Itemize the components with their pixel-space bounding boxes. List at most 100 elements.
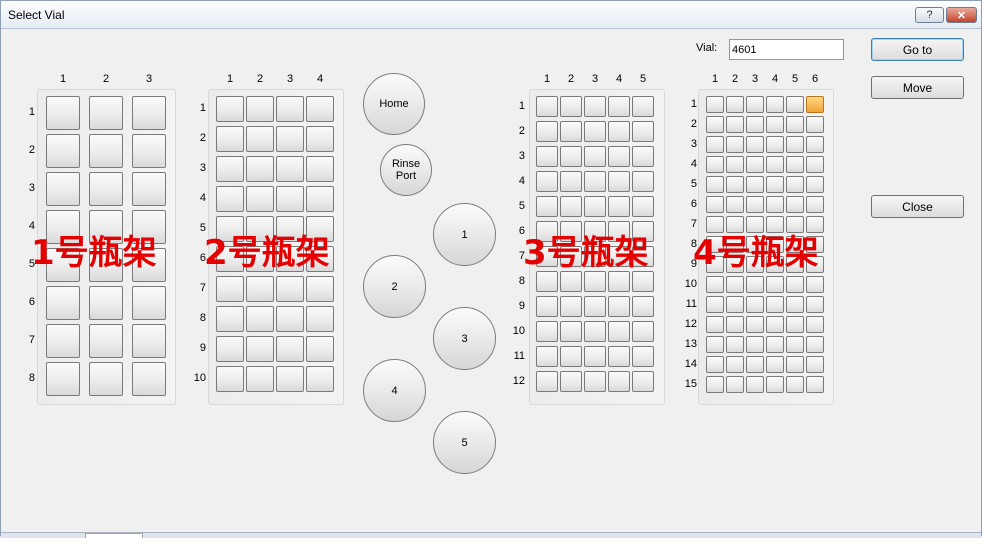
rack4-vial-slot[interactable] (746, 276, 764, 293)
rack4-vial-slot[interactable] (786, 116, 804, 133)
rack4-vial-slot[interactable] (706, 116, 724, 133)
rinse-port-button[interactable]: Rinse Port (380, 144, 432, 196)
rack2-vial-slot[interactable] (306, 276, 334, 302)
rack3-vial-slot[interactable] (560, 171, 582, 192)
rack4-vial-slot[interactable] (726, 136, 744, 153)
rack4-vial-slot[interactable] (706, 96, 724, 113)
rack4-vial-slot[interactable] (746, 196, 764, 213)
rack3-vial-slot[interactable] (560, 321, 582, 342)
rack2-vial-slot[interactable] (306, 306, 334, 332)
rack3-vial-slot[interactable] (608, 371, 630, 392)
rack3-vial-slot[interactable] (536, 96, 558, 117)
rack3-vial-slot[interactable] (608, 346, 630, 367)
rack3-vial-slot[interactable] (608, 296, 630, 317)
rack4-vial-slot[interactable] (706, 156, 724, 173)
rack4-vial-slot[interactable] (746, 316, 764, 333)
rack3-vial-slot[interactable] (632, 296, 654, 317)
rack3-vial-slot[interactable] (584, 371, 606, 392)
rack2-vial-slot[interactable] (276, 336, 304, 362)
rack4-vial-slot[interactable] (706, 196, 724, 213)
rack4-vial-slot[interactable] (766, 196, 784, 213)
rack1-vial-slot[interactable] (89, 286, 123, 320)
rack2-vial-slot[interactable] (276, 96, 304, 122)
rack3-vial-slot[interactable] (560, 346, 582, 367)
rack4-vial-slot[interactable] (726, 96, 744, 113)
rack3-vial-slot[interactable] (608, 271, 630, 292)
rack2-vial-slot[interactable] (246, 96, 274, 122)
rack2-vial-slot[interactable] (276, 186, 304, 212)
rack1-vial-slot[interactable] (46, 362, 80, 396)
rack3-vial-slot[interactable] (608, 146, 630, 167)
rack4-vial-slot[interactable] (726, 296, 744, 313)
rack3-vial-slot[interactable] (608, 171, 630, 192)
rack2-vial-slot[interactable] (216, 96, 244, 122)
rack2-vial-slot[interactable] (306, 336, 334, 362)
rack4-vial-slot[interactable] (766, 316, 784, 333)
rack2-vial-slot[interactable] (276, 306, 304, 332)
rack3-vial-slot[interactable] (584, 321, 606, 342)
rack4-vial-slot[interactable] (786, 136, 804, 153)
rack4-vial-slot[interactable] (786, 276, 804, 293)
rack4-vial-slot[interactable] (766, 156, 784, 173)
rack2-vial-slot[interactable] (306, 186, 334, 212)
rack3-vial-slot[interactable] (536, 196, 558, 217)
rack1-vial-slot[interactable] (46, 134, 80, 168)
rack3-vial-slot[interactable] (584, 96, 606, 117)
rack4-vial-slot[interactable] (726, 356, 744, 373)
rack4-vial-slot[interactable] (766, 296, 784, 313)
rack3-vial-slot[interactable] (536, 346, 558, 367)
rack4-vial-slot[interactable] (786, 296, 804, 313)
rack3-vial-slot[interactable] (632, 271, 654, 292)
rack3-vial-slot[interactable] (632, 96, 654, 117)
rack2-vial-slot[interactable] (246, 366, 274, 392)
rack4-vial-slot[interactable] (806, 176, 824, 193)
rack4-vial-slot[interactable] (746, 156, 764, 173)
rack2-vial-slot[interactable] (246, 156, 274, 182)
rack3-vial-slot[interactable] (560, 196, 582, 217)
rack4-vial-slot[interactable] (706, 316, 724, 333)
rack4-vial-slot[interactable] (706, 356, 724, 373)
rack2-vial-slot[interactable] (306, 126, 334, 152)
rack1-vial-slot[interactable] (46, 286, 80, 320)
rack3-vial-slot[interactable] (632, 121, 654, 142)
rack1-vial-slot[interactable] (132, 96, 166, 130)
rack3-vial-slot[interactable] (536, 296, 558, 317)
rack4-vial-slot[interactable] (706, 176, 724, 193)
rack2-vial-slot[interactable] (246, 276, 274, 302)
rack4-vial-slot[interactable] (786, 316, 804, 333)
rack4-vial-slot[interactable] (766, 376, 784, 393)
rack4-vial-slot[interactable] (766, 276, 784, 293)
rack4-vial-slot[interactable] (806, 356, 824, 373)
rack1-vial-slot[interactable] (89, 324, 123, 358)
rack2-vial-slot[interactable] (246, 306, 274, 332)
rack3-vial-slot[interactable] (584, 171, 606, 192)
rack4-vial-slot[interactable] (746, 356, 764, 373)
rack2-vial-slot[interactable] (276, 156, 304, 182)
rack2-vial-slot[interactable] (306, 366, 334, 392)
rack4-vial-slot[interactable] (726, 376, 744, 393)
position-1-button[interactable]: 1 (433, 203, 496, 266)
rack3-vial-slot[interactable] (536, 321, 558, 342)
rack4-vial-slot[interactable] (706, 336, 724, 353)
rack1-vial-slot[interactable] (89, 134, 123, 168)
rack4-vial-slot[interactable] (766, 176, 784, 193)
rack4-vial-slot[interactable] (786, 96, 804, 113)
rack2-vial-slot[interactable] (216, 366, 244, 392)
rack1-vial-slot[interactable] (132, 134, 166, 168)
rack2-vial-slot[interactable] (276, 126, 304, 152)
rack4-vial-slot[interactable] (746, 136, 764, 153)
rack4-vial-slot[interactable] (726, 276, 744, 293)
rack2-vial-slot[interactable] (216, 126, 244, 152)
rack3-vial-slot[interactable] (584, 271, 606, 292)
rack4-vial-slot[interactable] (766, 136, 784, 153)
rack4-vial-slot[interactable] (806, 196, 824, 213)
rack3-vial-slot[interactable] (632, 146, 654, 167)
rack4-vial-slot[interactable] (706, 296, 724, 313)
rack4-vial-slot[interactable] (746, 176, 764, 193)
rack4-vial-slot[interactable] (806, 376, 824, 393)
rack1-vial-slot[interactable] (89, 96, 123, 130)
rack4-vial-slot[interactable] (706, 136, 724, 153)
rack4-vial-slot[interactable] (726, 116, 744, 133)
rack3-vial-slot[interactable] (632, 171, 654, 192)
rack2-vial-slot[interactable] (306, 96, 334, 122)
